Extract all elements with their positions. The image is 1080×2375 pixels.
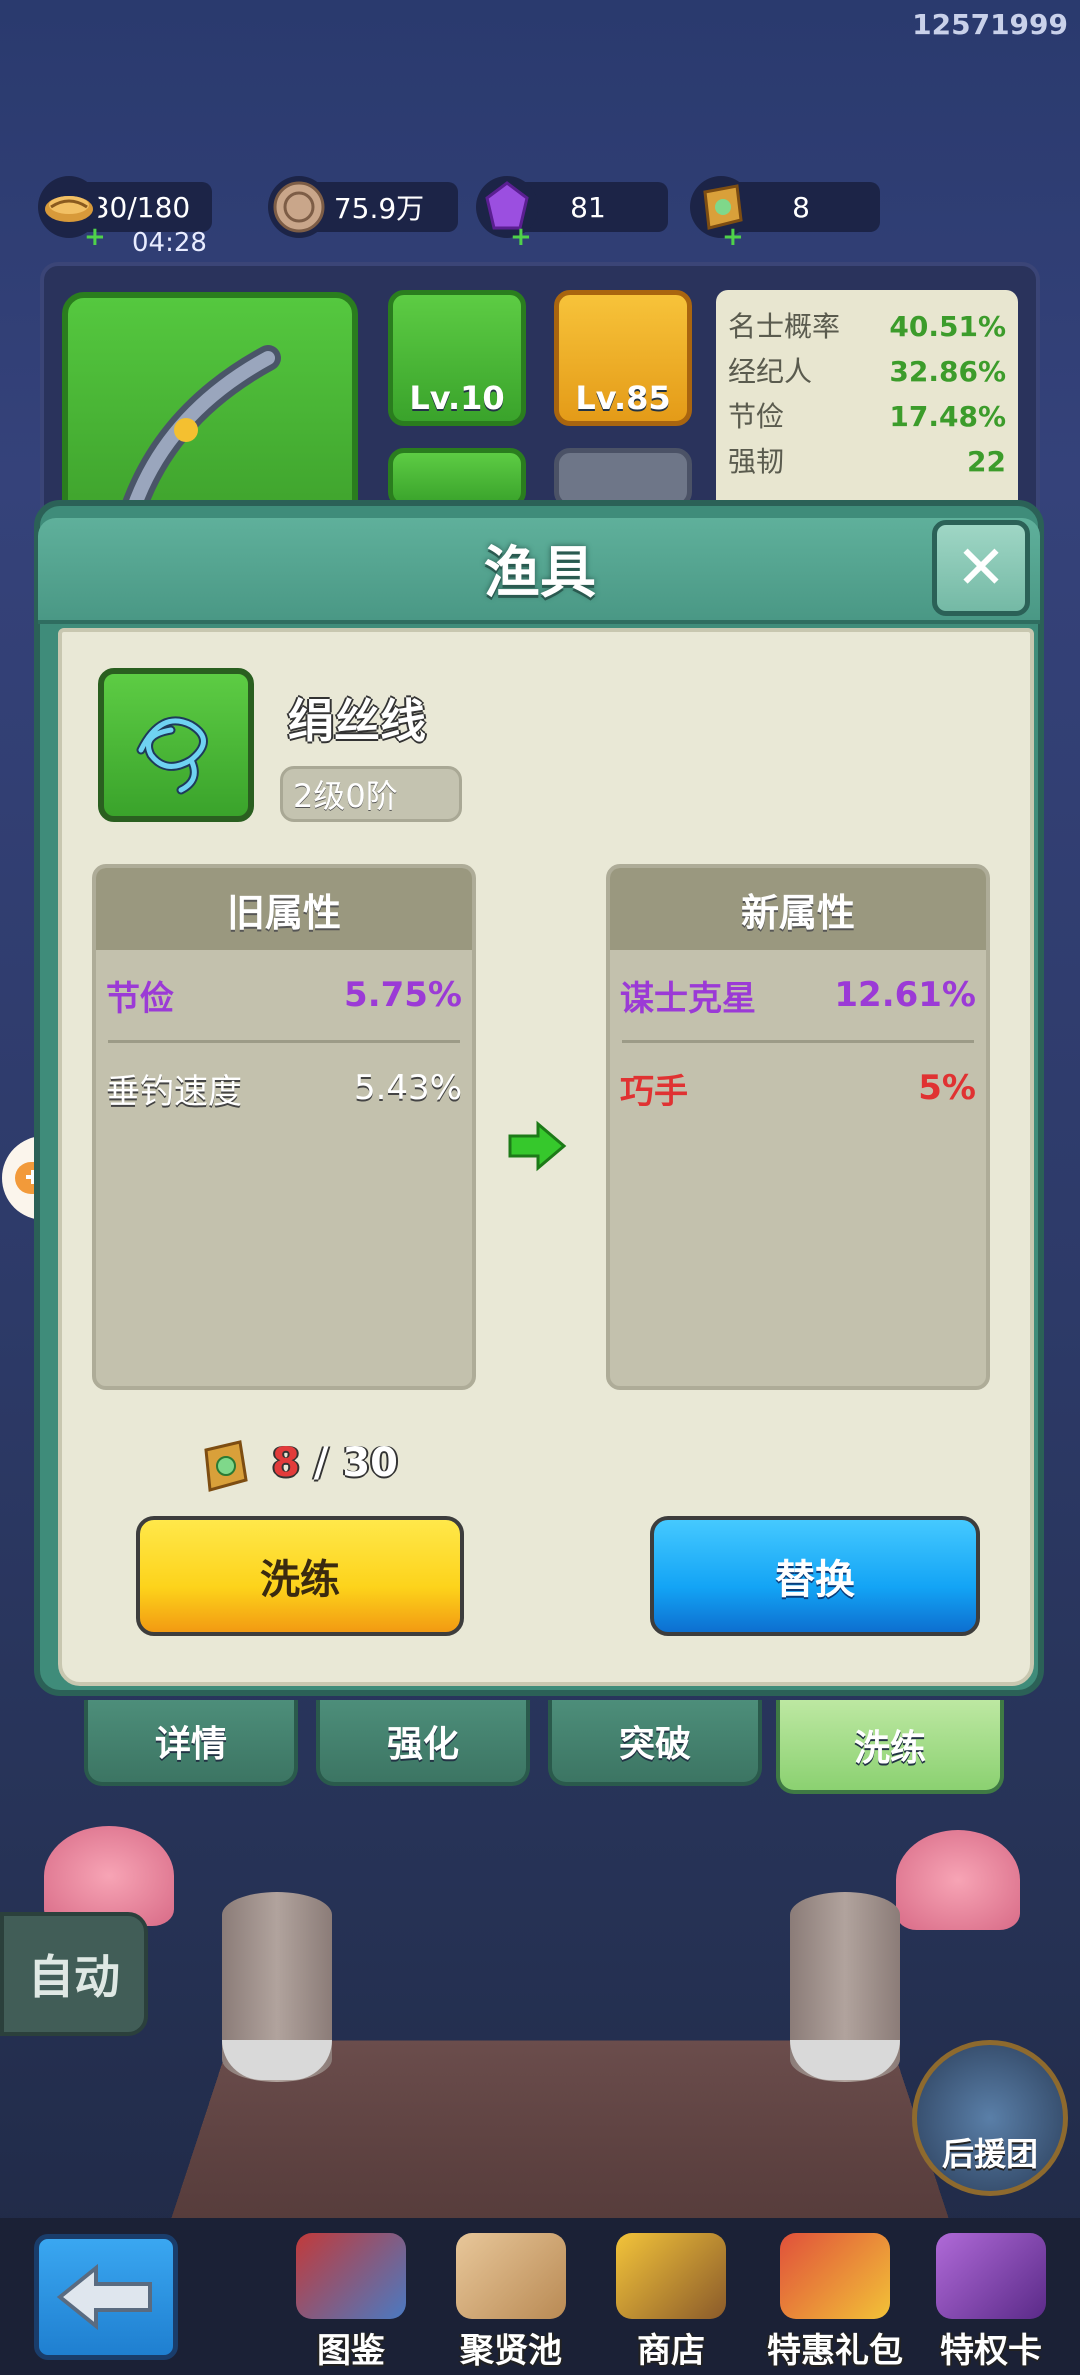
coins-value: 75.9万 — [333, 192, 425, 225]
nav-item-recruit[interactable]: 聚贤池 — [436, 2232, 586, 2372]
auto-button-label: 自动 — [28, 1950, 120, 2004]
stones-plus-icon[interactable]: + — [722, 222, 744, 252]
stones-value: 8 — [792, 190, 810, 224]
tab-details[interactable]: 详情 — [84, 1700, 298, 1786]
stat-row: 强韧 22 — [728, 445, 1006, 478]
new-attr-value: 5% — [918, 1068, 976, 1108]
stat-row: 节俭 17.48% — [728, 400, 1006, 433]
fishing-rod-icon — [115, 345, 281, 539]
equip-slot-hook[interactable] — [388, 448, 526, 508]
gems-plus-icon[interactable]: + — [510, 222, 532, 252]
stat-row: 名士概率 40.51% — [728, 310, 1006, 343]
auto-button[interactable]: 自动 — [0, 1912, 148, 2036]
nav-item-codex[interactable]: 图鉴 — [276, 2232, 426, 2372]
refine-cost-current: 8 — [272, 1440, 300, 1486]
support-team-button[interactable]: 后援团 — [912, 2040, 1068, 2196]
lotus-decoration — [44, 1826, 174, 1926]
refine-stone-icon — [198, 1438, 250, 1498]
stat-row: 经纪人 32.86% — [728, 355, 1006, 388]
old-attr-value: 5.43% — [353, 1068, 462, 1108]
old-attr-row: 垂钓速度 5.43% — [96, 1043, 472, 1133]
old-attr-name: 节俭 — [106, 978, 174, 1019]
old-attributes-panel: 旧属性 节俭 5.75% 垂钓速度 5.43% — [92, 864, 476, 1390]
support-team-label: 后援团 — [941, 2135, 1038, 2173]
stamina-value: 30/180 — [91, 190, 191, 224]
refine-button[interactable]: 洗练 — [136, 1516, 464, 1636]
refine-cost-separator: / — [299, 1440, 343, 1486]
new-attr-name: 巧手 — [620, 1071, 688, 1112]
close-icon: ✕ — [955, 533, 1007, 603]
item-icon — [98, 668, 254, 822]
replace-button[interactable]: 替换 — [650, 1516, 980, 1636]
new-attributes-header: 新属性 — [610, 868, 986, 950]
old-attributes-header: 旧属性 — [96, 868, 472, 950]
tab-refine[interactable]: 洗练 — [776, 1700, 1004, 1794]
book-icon — [296, 2233, 406, 2319]
silk-line-icon — [136, 716, 208, 795]
new-attr-name: 谋士克星 — [620, 978, 756, 1019]
refine-cost: 8 / 30 — [272, 1440, 398, 1486]
fishing-rod-slot[interactable] — [62, 292, 358, 539]
user-id: 12571999 — [912, 8, 1068, 41]
stamina-timer: 04:28 — [132, 228, 207, 258]
scroll-icon — [456, 2233, 566, 2319]
nav-item-shop[interactable]: 商店 — [596, 2232, 746, 2372]
old-attr-value: 5.75% — [344, 975, 462, 1015]
shop-icon — [616, 2233, 726, 2319]
tab-breakthrough[interactable]: 突破 — [548, 1700, 762, 1786]
nav-item-gift-pack[interactable]: 特惠礼包 — [756, 2232, 914, 2372]
coin-icon — [268, 176, 330, 238]
equip-slot-line[interactable]: Lv.10 — [388, 290, 526, 426]
equip-slot-line-level: Lv.10 — [409, 379, 505, 417]
old-attr-row: 节俭 5.75% — [96, 950, 472, 1040]
gems-value: 81 — [570, 190, 606, 224]
modal-title: 渔具 — [484, 541, 596, 606]
item-name: 绢丝线 — [288, 694, 426, 748]
lotus-decoration — [896, 1830, 1020, 1930]
equip-slot-lure-level: Lv.85 — [575, 379, 671, 417]
equip-slot-bait[interactable] — [554, 448, 692, 508]
nav-item-privilege-card[interactable]: 特权卡 — [916, 2232, 1066, 2372]
refine-cost-total: 30 — [342, 1440, 398, 1486]
back-button[interactable] — [34, 2234, 178, 2360]
refine-button-label: 洗练 — [260, 1557, 340, 1603]
privilege-card-icon — [936, 2233, 1046, 2319]
new-attr-row: 巧手 5% — [610, 1043, 986, 1133]
equipment-stats: 名士概率 40.51% 经纪人 32.86% 节俭 17.48% 强韧 22 — [716, 290, 1018, 530]
old-attr-name: 垂钓速度 — [106, 1071, 242, 1112]
tab-enhance[interactable]: 强化 — [316, 1700, 530, 1786]
back-arrow-icon — [56, 2263, 152, 2331]
replace-button-label: 替换 — [775, 1557, 855, 1603]
equip-slot-lure[interactable]: Lv.85 — [554, 290, 692, 426]
gift-pack-icon — [780, 2233, 890, 2319]
arrow-right-icon — [506, 1120, 568, 1176]
new-attributes-panel: 新属性 谋士克星 12.61% 巧手 5% — [606, 864, 990, 1390]
close-button[interactable]: ✕ — [932, 520, 1030, 616]
new-attr-value: 12.61% — [834, 975, 976, 1015]
item-level-badge: 2级0阶 — [280, 766, 462, 822]
stamina-plus-icon[interactable]: + — [84, 222, 106, 252]
new-attr-row: 谋士克星 12.61% — [610, 950, 986, 1040]
